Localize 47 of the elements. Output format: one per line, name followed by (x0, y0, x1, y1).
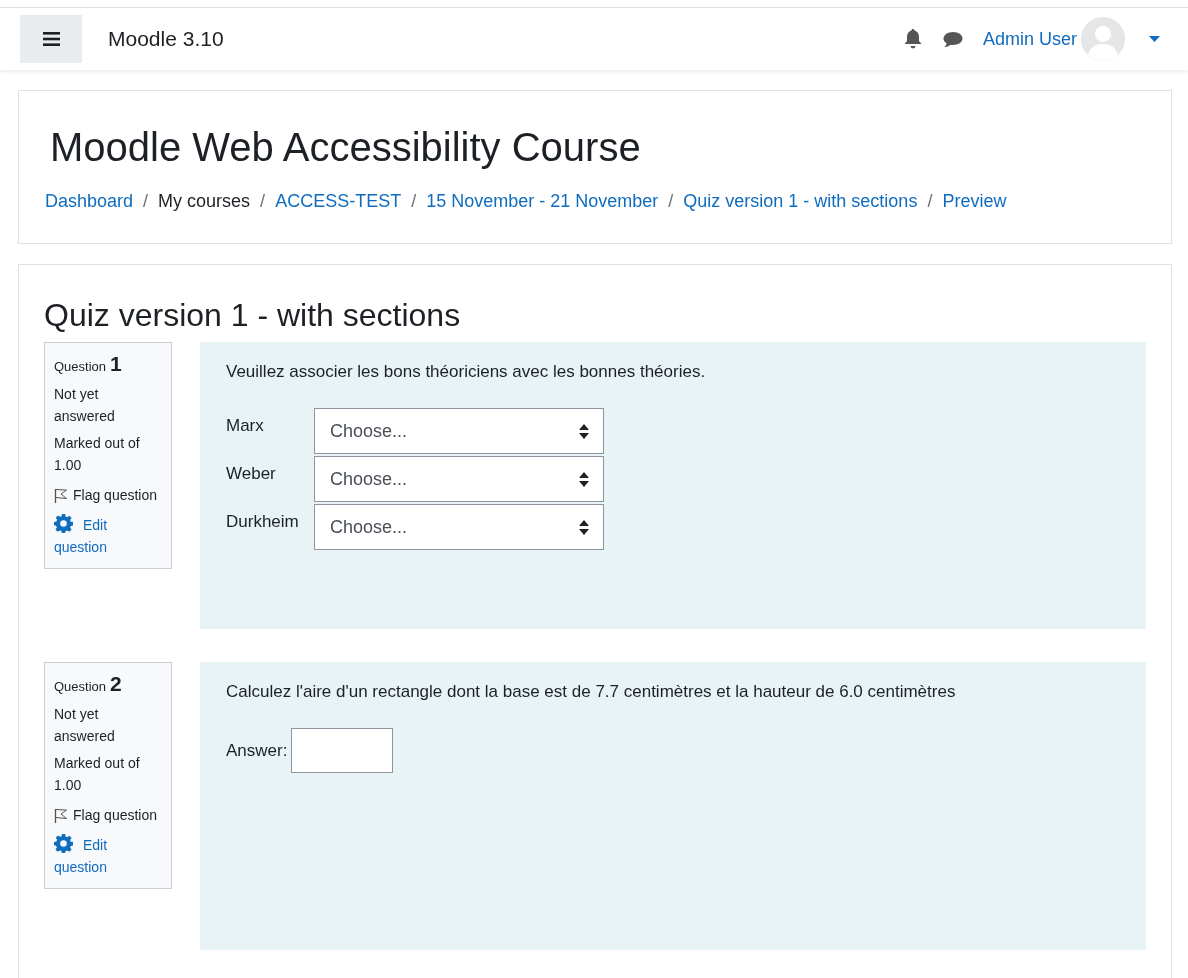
breadcrumb-separator: / (926, 190, 934, 213)
choice-dropdown[interactable]: Choose... (314, 408, 604, 454)
flag-question-toggle[interactable]: Flag question (54, 484, 162, 506)
sort-arrows-icon (579, 471, 589, 487)
match-term: Weber (226, 463, 277, 485)
question-marks: Marked out of 1.00 (54, 754, 141, 795)
breadcrumb-link[interactable]: Dashboard (45, 189, 134, 213)
choice-dropdown[interactable]: Choose... (314, 504, 604, 550)
question-number: Question 2 (54, 673, 123, 697)
user-name[interactable]: Admin User (982, 28, 1077, 50)
question-number: Question 1 (54, 353, 123, 377)
flag-question-toggle[interactable]: Flag question (54, 804, 162, 826)
flag-icon (54, 807, 68, 823)
question-text: Veuillez associer les bons théoriciens avec les bonnes théories. (226, 361, 707, 383)
answer-label: Answer: (226, 740, 288, 761)
edit-question-link[interactable]: Edit question (54, 834, 162, 878)
sort-arrows-icon (579, 423, 589, 439)
course-title: Moodle Web Accessibility Course (50, 124, 642, 171)
bell-icon[interactable] (903, 29, 922, 49)
question-marks: Marked out of 1.00 (54, 434, 141, 475)
answer-field[interactable] (291, 728, 394, 773)
breadcrumb-link[interactable]: 15 November - 21 November (426, 189, 659, 213)
settings-icon (54, 834, 73, 853)
breadcrumb-separator: / (667, 190, 675, 213)
sort-arrows-icon (579, 519, 589, 535)
choice-dropdown[interactable]: Choose... (314, 456, 604, 502)
breadcrumb-link[interactable]: ACCESS-TEST (275, 189, 402, 213)
settings-icon (54, 514, 73, 533)
match-term: Durkheim (226, 511, 300, 533)
match-term: Marx (226, 415, 265, 437)
menu-button[interactable] (20, 15, 82, 63)
chat-icon[interactable] (942, 30, 963, 48)
breadcrumb-separator: / (142, 190, 150, 213)
menu-icon (42, 32, 60, 46)
flag-icon (54, 487, 68, 503)
question-status: Not yet answered (54, 385, 116, 426)
breadcrumb-link[interactable]: Quiz version 1 - with sections (683, 189, 918, 213)
question-text: Calculez l'aire d'un rectangle dont la base est de 7.7 centimètres et la hauteur de 6.0 centimètres (226, 681, 957, 703)
edit-question-link[interactable]: Edit question (54, 514, 162, 558)
site-name[interactable]: Moodle 3.10 (108, 27, 224, 51)
breadcrumb-separator: / (259, 190, 267, 213)
breadcrumb-item: My courses (158, 190, 251, 213)
breadcrumb-separator: / (410, 190, 418, 213)
caret-icon[interactable] (1149, 36, 1160, 42)
question-status: Not yet answered (54, 705, 116, 746)
quiz-title: Quiz version 1 - with sections (44, 296, 462, 335)
breadcrumb-link[interactable]: Preview (942, 189, 1007, 213)
